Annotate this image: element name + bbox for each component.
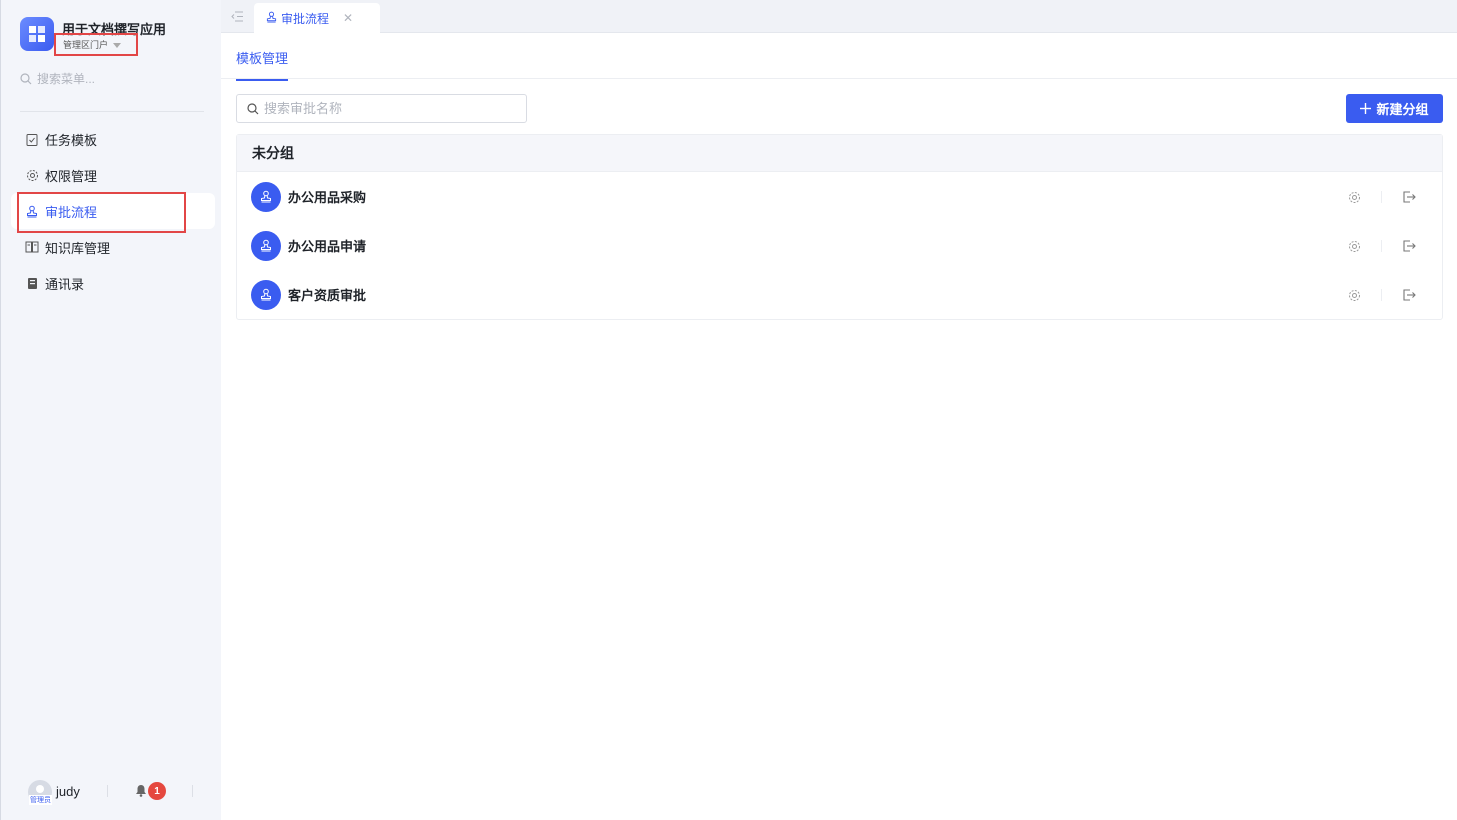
- sidebar-item-label: 审批流程: [45, 204, 98, 220]
- footer-divider: [192, 785, 193, 797]
- collapse-sidebar-icon[interactable]: [231, 10, 244, 25]
- settings-icon[interactable]: [1347, 239, 1361, 253]
- menu-search-input[interactable]: [37, 72, 197, 86]
- caret-down-icon: [113, 42, 122, 48]
- list-item[interactable]: 客户资质审批: [237, 270, 1442, 319]
- tab-template-management[interactable]: 模板管理: [236, 48, 289, 81]
- sidebar-item-contacts[interactable]: 通讯录: [11, 265, 215, 301]
- close-icon[interactable]: ✕: [343, 11, 353, 25]
- sidebar-item-label: 知识库管理: [45, 240, 111, 256]
- settings-icon[interactable]: [1347, 288, 1361, 302]
- new-group-label: 新建分组: [1376, 102, 1429, 117]
- stamp-icon: [25, 204, 39, 218]
- list-item-title: 办公用品采购: [288, 190, 367, 205]
- action-divider: [1381, 289, 1382, 301]
- list-item[interactable]: 办公用品采购: [237, 172, 1442, 221]
- portal-switcher[interactable]: 管理区门户: [54, 33, 138, 56]
- sidebar-item-knowledge-base[interactable]: 知识库管理: [11, 229, 215, 265]
- menu-search: [20, 72, 197, 86]
- settings-icon[interactable]: [1347, 190, 1361, 204]
- list-item[interactable]: 办公用品申请: [237, 221, 1442, 270]
- username[interactable]: judy: [56, 784, 80, 799]
- move-out-icon[interactable]: [1402, 239, 1416, 253]
- row-actions: [1347, 288, 1416, 302]
- row-actions: [1347, 190, 1416, 204]
- new-group-button[interactable]: 新建分组: [1346, 94, 1443, 123]
- bell-icon[interactable]: [135, 784, 147, 800]
- plus-icon: [1360, 103, 1372, 114]
- action-divider: [1381, 191, 1382, 203]
- sidebar-item-label: 通讯录: [45, 276, 85, 292]
- notification-count-badge: 1: [148, 782, 166, 800]
- sidebar-item-approval-flow[interactable]: 审批流程: [11, 192, 215, 233]
- move-out-icon[interactable]: [1402, 288, 1416, 302]
- row-actions: [1347, 239, 1416, 253]
- sidebar-footer: 管理员 judy 1: [1, 776, 222, 806]
- tab-bar: 审批流程 ✕: [221, 0, 1457, 33]
- stamp-icon: [251, 279, 281, 310]
- sidebar-nav: 任务模板 权限管理 审批流程 知识库管理 通讯录: [11, 121, 215, 301]
- main-content: 模板管理 新建分组 未分组 办公用品采购 办公用品申请: [221, 33, 1457, 820]
- approval-search: [236, 94, 527, 123]
- group-title: 未分组: [237, 135, 1442, 172]
- admin-badge: 管理员: [29, 795, 52, 805]
- book-icon: [25, 240, 39, 254]
- sidebar-divider: [20, 111, 204, 112]
- sidebar-item-label: 任务模板: [45, 132, 98, 148]
- footer-divider: [107, 785, 108, 797]
- approval-search-input[interactable]: [264, 101, 514, 116]
- search-icon: [20, 73, 32, 85]
- sidebar-item-label: 权限管理: [45, 168, 98, 184]
- list-item-title: 客户资质审批: [288, 288, 367, 303]
- tab-approval-flow[interactable]: 审批流程 ✕: [254, 3, 380, 33]
- action-divider: [1381, 240, 1382, 252]
- contacts-icon: [25, 276, 39, 290]
- portal-label: 管理区门户: [63, 40, 109, 50]
- stamp-icon: [251, 230, 281, 261]
- stamp-icon: [266, 11, 277, 26]
- clipboard-check-icon: [25, 132, 39, 146]
- stamp-icon: [251, 181, 281, 212]
- app-logo-icon: [20, 17, 54, 51]
- subtab-bar: 模板管理: [221, 33, 1457, 81]
- sidebar-item-task-templates[interactable]: 任务模板: [11, 121, 215, 157]
- sidebar-item-permissions[interactable]: 权限管理: [11, 157, 215, 193]
- tab-label: 审批流程: [281, 11, 330, 26]
- gear-icon: [25, 168, 39, 182]
- group-panel: 未分组 办公用品采购 办公用品申请 客户资质审批: [236, 134, 1443, 320]
- list-item-title: 办公用品申请: [288, 239, 367, 254]
- search-icon: [247, 102, 259, 114]
- move-out-icon[interactable]: [1402, 190, 1416, 204]
- sidebar: 用于文档撰写应用 管理区门户 任务模板 权限管理 审批流程: [0, 0, 221, 820]
